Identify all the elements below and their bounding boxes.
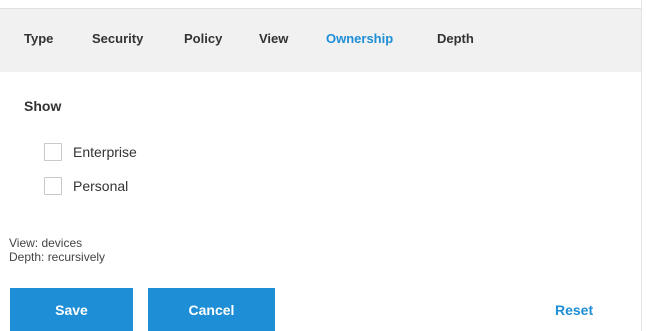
reset-button[interactable]: Reset — [555, 302, 593, 318]
enterprise-checkbox[interactable] — [44, 143, 62, 161]
tab-ownership[interactable]: Ownership — [326, 31, 393, 46]
option-enterprise[interactable]: Enterprise — [44, 143, 137, 161]
tab-security[interactable]: Security — [92, 31, 143, 46]
tab-view[interactable]: View — [259, 31, 288, 46]
option-personal[interactable]: Personal — [44, 177, 128, 195]
personal-checkbox[interactable] — [44, 177, 62, 195]
summary-view: View: devices — [9, 236, 83, 250]
save-button[interactable]: Save — [10, 288, 133, 331]
filter-summary: View: devices Depth: recursively — [9, 236, 105, 264]
tab-depth[interactable]: Depth — [437, 31, 474, 46]
filter-panel: Type Security Policy View Ownership Dept… — [0, 0, 642, 331]
show-section-title: Show — [24, 98, 62, 114]
tab-type[interactable]: Type — [24, 31, 53, 46]
personal-label: Personal — [73, 178, 129, 194]
summary-depth: Depth: recursively — [9, 250, 106, 264]
enterprise-label: Enterprise — [73, 144, 137, 160]
tab-policy[interactable]: Policy — [184, 31, 222, 46]
cancel-button[interactable]: Cancel — [148, 288, 275, 331]
filter-tabs: Type Security Policy View Ownership Dept… — [0, 8, 641, 72]
